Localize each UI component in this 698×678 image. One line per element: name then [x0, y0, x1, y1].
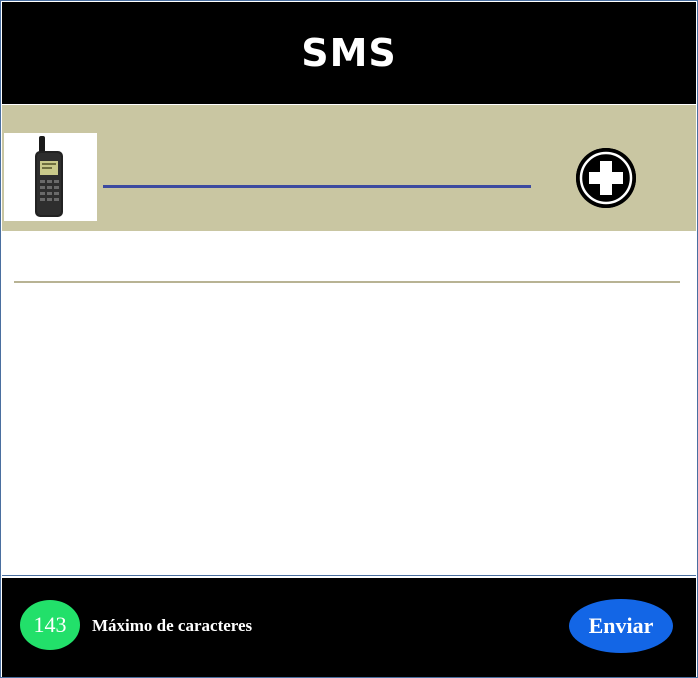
character-counter-badge: 143	[20, 600, 80, 650]
footer-bar: 143 Máximo de caracteres Enviar	[2, 578, 696, 677]
recipient-input[interactable]	[103, 185, 531, 188]
message-divider	[14, 281, 680, 283]
character-counter-label: Máximo de caracteres	[92, 616, 253, 635]
recipient-bar	[2, 105, 696, 231]
sms-window: SMS 143 Máximo de caracteres Enviar	[0, 0, 698, 678]
page-title: SMS	[301, 31, 397, 75]
message-textarea[interactable]	[2, 231, 696, 576]
add-recipient-button[interactable]	[576, 148, 636, 208]
header-bar: SMS	[2, 2, 696, 104]
mobile-phone-icon	[4, 133, 97, 221]
send-button[interactable]: Enviar	[569, 599, 673, 653]
plus-circle-icon	[576, 148, 636, 208]
